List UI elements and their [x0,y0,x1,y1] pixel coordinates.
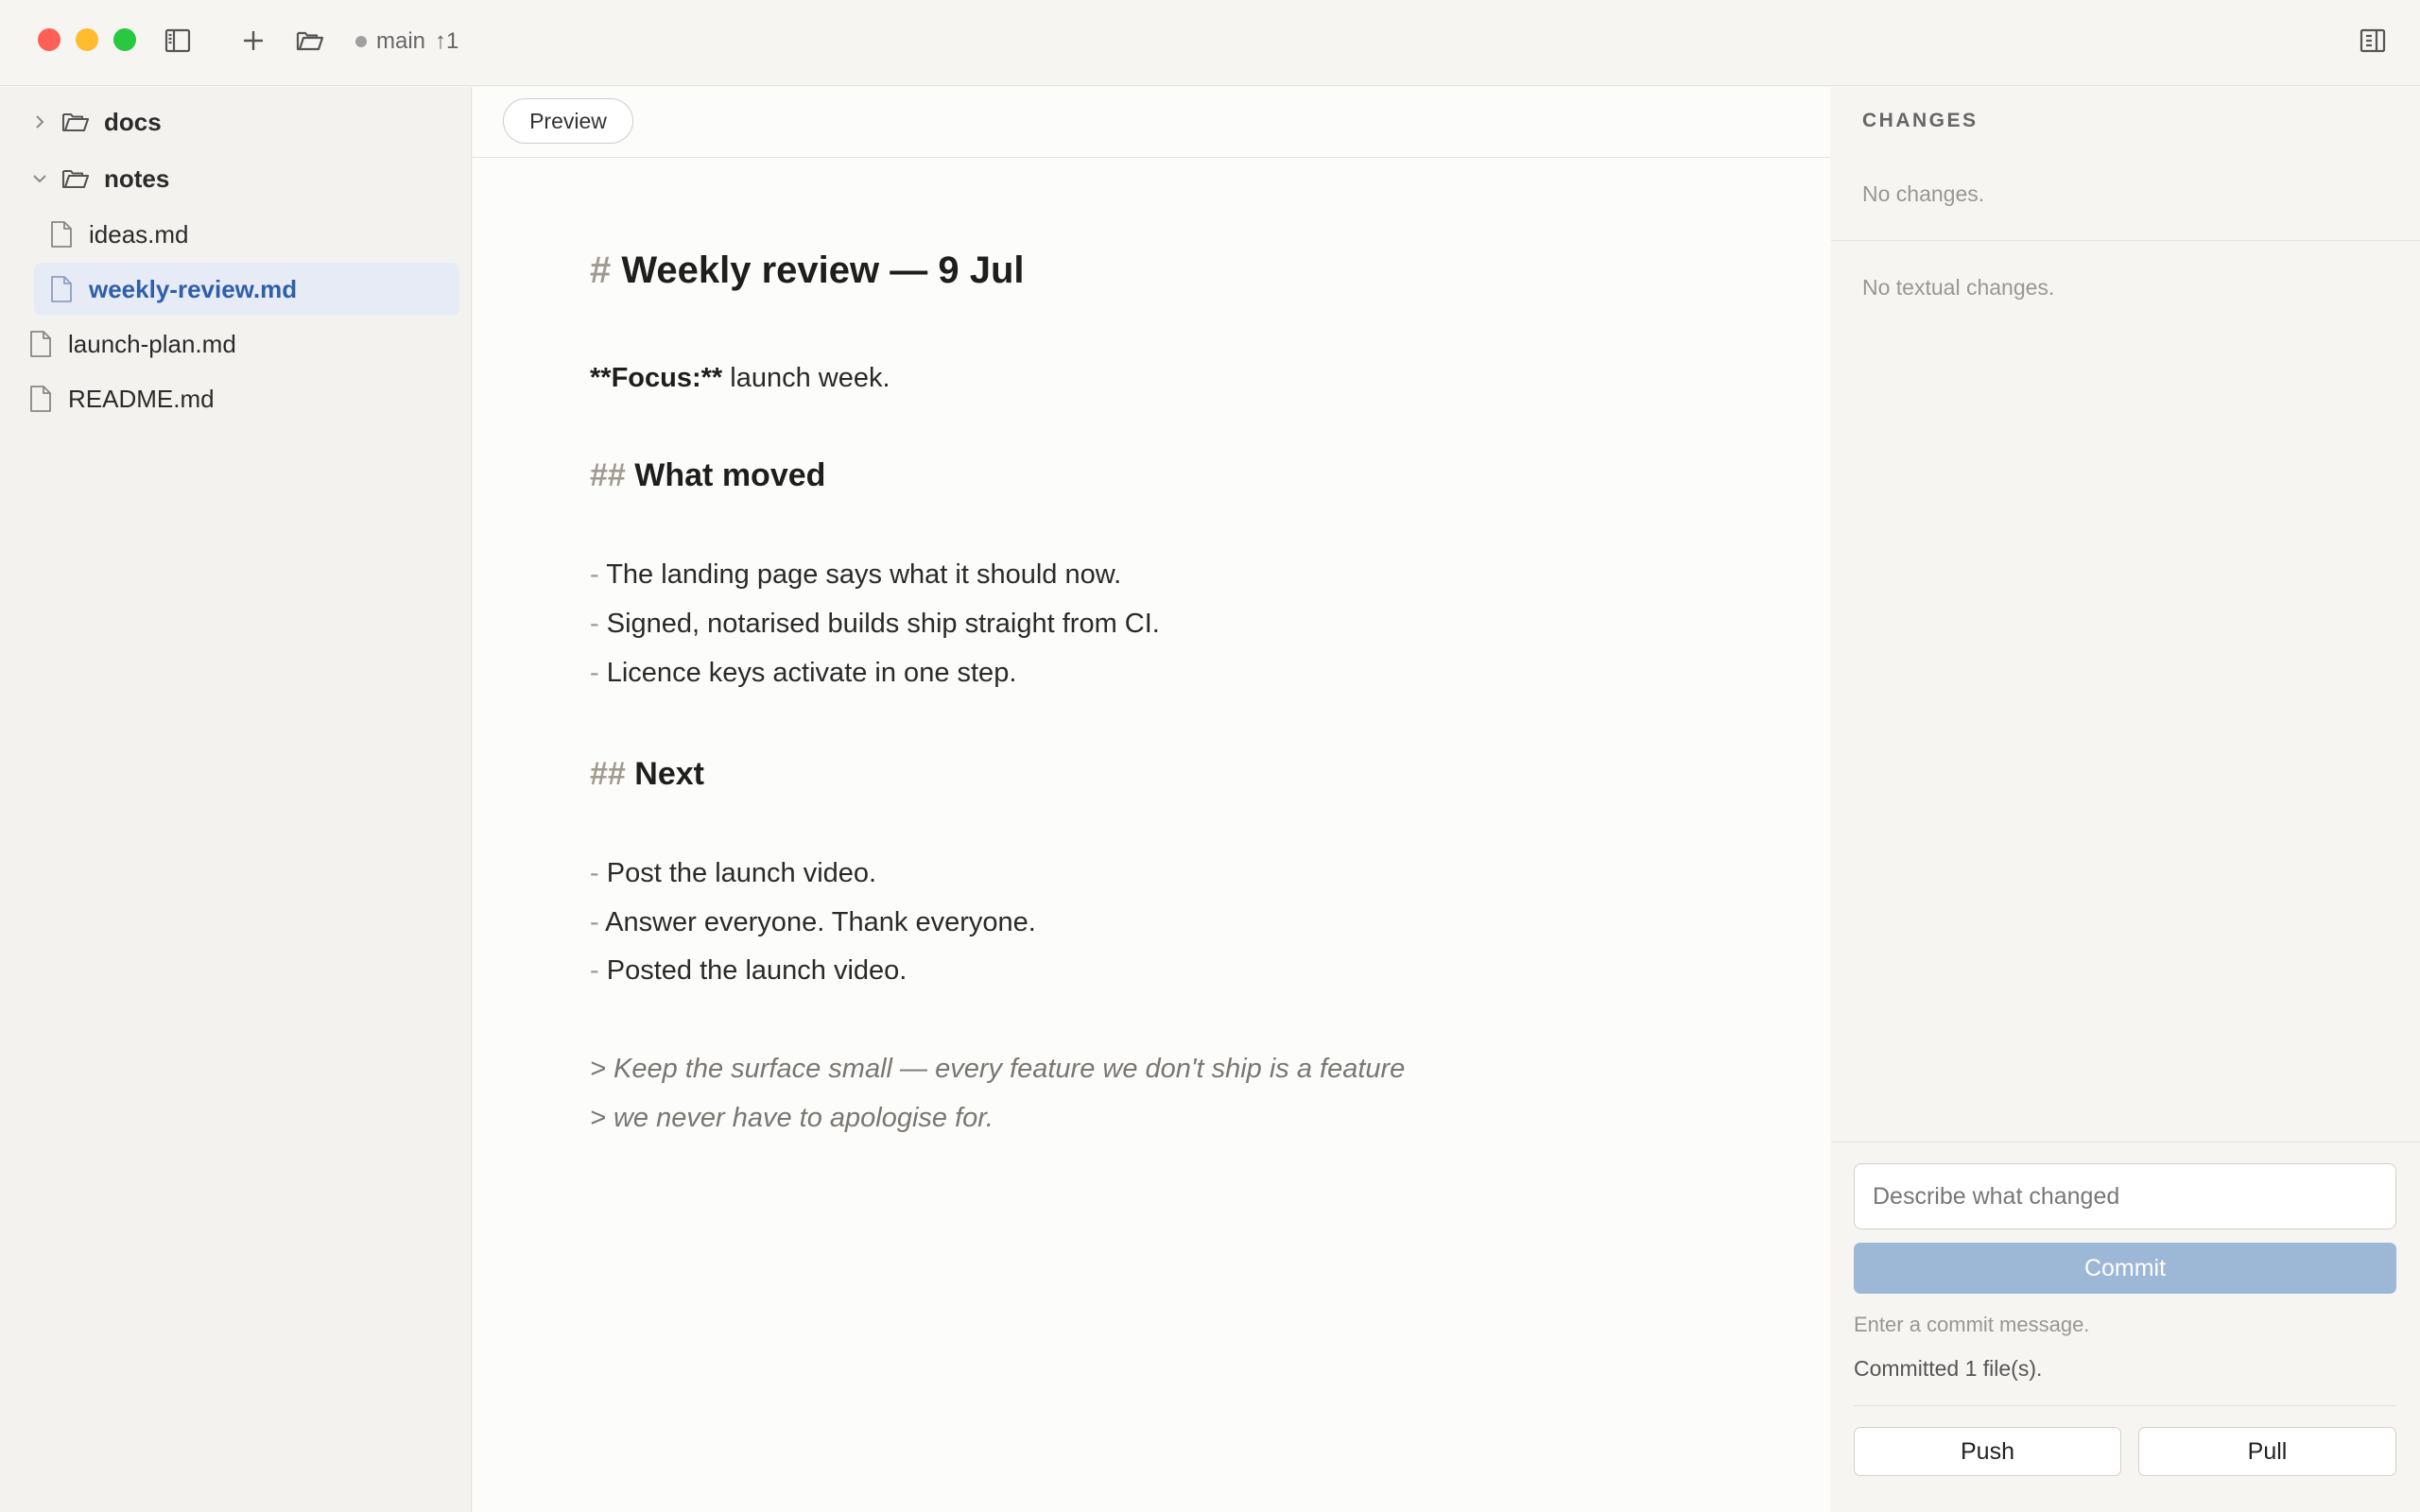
sidebar-item-ideas[interactable]: ideas.md [34,208,459,261]
no-textual-changes-text: No textual changes. [1862,275,2055,300]
editor-line-list-item[interactable]: - Signed, notarised builds ship straight… [590,609,1160,640]
editor-line-list-item[interactable]: - Answer everyone. Thank everyone. [590,907,1036,938]
title-bar: main ↑1 [0,0,2420,86]
file-icon [49,275,74,303]
sidebar-item-weekly-review[interactable]: weekly-review.md [34,263,459,316]
push-button[interactable]: Push [1854,1427,2121,1476]
chevron-right-icon[interactable] [30,112,49,131]
editor-line-heading-1[interactable]: # Weekly review — 9 Jul [590,249,1025,292]
branch-name: main [376,28,426,54]
folder-open-icon [60,163,91,194]
preview-button[interactable]: Preview [503,98,633,144]
changes-panel: CHANGES No changes. No textual changes. … [1831,87,2420,1512]
file-icon [28,330,53,358]
toggle-changes-panel-icon[interactable] [2358,26,2388,56]
sidebar-item-label: docs [104,107,162,136]
open-folder-icon[interactable] [295,26,325,56]
new-file-icon[interactable] [238,26,268,56]
commit-button[interactable]: Commit [1854,1243,2396,1294]
editor-toolbar: Preview [473,87,1830,158]
editor-line-focus[interactable]: **Focus:** launch week. [590,363,890,394]
divider [1831,240,2420,241]
divider [1831,1142,2420,1143]
pull-button[interactable]: Pull [2138,1427,2396,1476]
branch-indicator[interactable]: main ↑1 [355,26,458,57]
chevron-down-icon[interactable] [30,169,49,188]
file-tree-sidebar: docs notes ideas.md weekly-review.md lau… [0,87,472,1512]
minimize-window-button[interactable] [76,28,98,51]
editor-line-heading-what-moved[interactable]: ## What moved [590,457,825,494]
markdown-editor[interactable]: Preview # Weekly review — 9 Jul **Focus:… [473,87,1830,1512]
toggle-sidebar-icon[interactable] [163,26,193,56]
sidebar-item-label: notes [104,163,170,193]
editor-line-list-item[interactable]: - Posted the launch video. [590,955,907,987]
editor-line-list-item[interactable]: - Licence keys activate in one step. [590,658,1016,689]
branch-ahead-count: ↑1 [435,28,459,54]
editor-line-heading-next[interactable]: ## Next [590,756,704,793]
file-icon [28,385,53,413]
commit-hint-text: Enter a commit message. [1854,1313,2090,1336]
editor-line-list-item[interactable]: - The landing page says what it should n… [590,559,1121,591]
editor-line-blockquote[interactable]: > Keep the surface small — every feature… [590,1054,1405,1085]
sidebar-item-launch-plan[interactable]: launch-plan.md [15,318,441,370]
sidebar-item-docs[interactable]: docs [30,95,456,148]
maximize-window-button[interactable] [113,28,136,51]
divider [1854,1405,2396,1406]
sidebar-item-label: ideas.md [89,219,189,249]
sidebar-item-label: weekly-review.md [89,274,298,303]
branch-status-dot [355,36,367,47]
commit-status-text: Committed 1 file(s). [1854,1356,2043,1381]
editor-line-list-item[interactable]: - Post the launch video. [590,858,876,889]
editor-line-blockquote[interactable]: > we never have to apologise for. [590,1103,994,1134]
changes-title: CHANGES [1862,110,1979,131]
no-changes-text: No changes. [1862,181,1985,206]
file-icon [49,220,74,249]
close-window-button[interactable] [38,28,60,51]
commit-message-input[interactable] [1854,1163,2396,1229]
sidebar-item-label: README.md [68,384,215,413]
sidebar-item-notes[interactable]: notes [30,152,456,205]
sidebar-item-label: launch-plan.md [68,329,236,358]
folder-icon [60,107,91,137]
sidebar-item-readme[interactable]: README.md [15,372,441,425]
